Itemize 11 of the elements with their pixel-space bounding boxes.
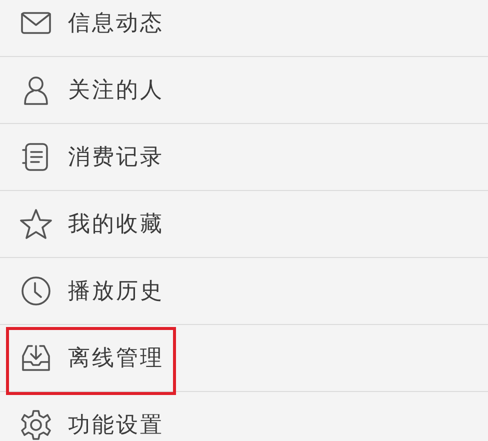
download-tray-icon [20,342,52,374]
clock-icon [20,275,52,307]
menu-item-label[interactable]: 离线管理 [68,343,164,373]
star-icon [20,208,52,240]
menu-item-label[interactable]: 信息动态 [68,8,164,38]
menu-item-label[interactable]: 关注的人 [68,75,164,105]
menu-item-label[interactable]: 播放历史 [68,276,164,306]
settings-icon [20,409,52,441]
menu-item-label[interactable]: 我的收藏 [68,209,164,239]
menu-item-label[interactable]: 消费记录 [68,142,164,172]
menu-item-label[interactable]: 功能设置 [68,410,164,440]
